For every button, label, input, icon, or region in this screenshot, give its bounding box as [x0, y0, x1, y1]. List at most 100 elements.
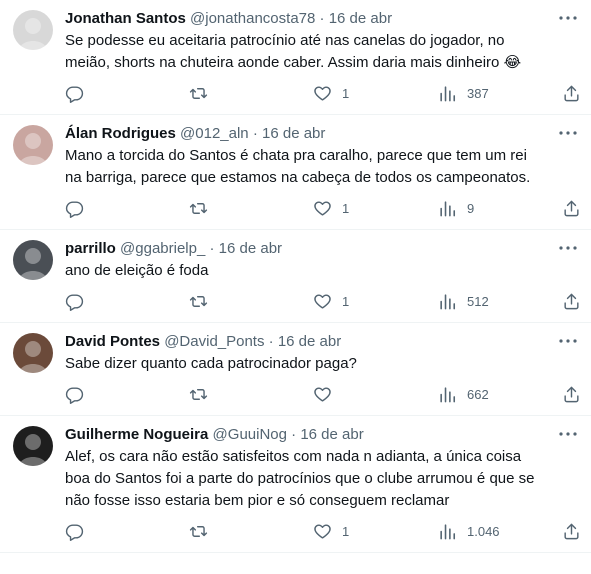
- reply-button[interactable]: [65, 82, 94, 104]
- views-chart-icon: [440, 293, 456, 309]
- display-name[interactable]: parrillo: [65, 240, 116, 257]
- reply-button[interactable]: [65, 290, 94, 312]
- more-options-icon[interactable]: [557, 240, 579, 256]
- avatar-image: [13, 426, 53, 466]
- tweet[interactable]: Jonathan Santos @jonathancosta78 · 16 de…: [0, 0, 591, 115]
- tweet-content: Jonathan Santos @jonathancosta78 · 16 de…: [65, 8, 577, 74]
- reply-button[interactable]: [65, 520, 94, 542]
- retweet-button[interactable]: [189, 520, 218, 542]
- tweet-date[interactable]: 16 de abr: [219, 240, 282, 257]
- avatar[interactable]: [13, 240, 53, 280]
- views-count: 1.046: [467, 523, 500, 539]
- tweet-content: David Pontes @David_Ponts · 16 de abr Sa…: [65, 331, 577, 375]
- avatar-image: [13, 240, 53, 280]
- like-button[interactable]: 1: [313, 82, 349, 104]
- tweet-actions: 1 387: [65, 74, 579, 114]
- tweet[interactable]: David Pontes @David_Ponts · 16 de abr Sa…: [0, 323, 591, 416]
- retweet-icon: [189, 87, 208, 99]
- retweet-button[interactable]: [189, 383, 218, 405]
- like-button[interactable]: [313, 383, 342, 405]
- tweet[interactable]: Guilherme Nogueira @GuuiNog · 16 de abr …: [0, 416, 591, 553]
- share-button[interactable]: [562, 383, 581, 405]
- views-button[interactable]: 512: [438, 290, 489, 312]
- tweet-actions: 1 1.046: [65, 512, 579, 552]
- more-options-icon[interactable]: [557, 125, 579, 141]
- retweet-button[interactable]: [189, 82, 218, 104]
- tweet-text: Sabe dizer quanto cada patrocinador paga…: [65, 355, 357, 372]
- user-handle[interactable]: @ggabrielp_: [120, 240, 205, 257]
- views-count: 662: [467, 386, 489, 402]
- tweet-text: Mano a torcida do Santos é chata pra car…: [65, 147, 531, 186]
- separator-dot: ·: [268, 333, 274, 350]
- share-icon: [564, 200, 579, 216]
- tweet-actions: 1 512: [65, 282, 579, 322]
- like-count: 1: [342, 85, 350, 101]
- tweet-header: David Pontes @David_Ponts · 16 de abr: [65, 331, 547, 353]
- like-count: 1: [342, 523, 350, 539]
- display-name[interactable]: Guilherme Nogueira: [65, 426, 208, 443]
- reply-icon: [65, 293, 84, 311]
- reply-icon: [65, 200, 84, 218]
- share-button[interactable]: [562, 520, 581, 542]
- more-options-icon[interactable]: [557, 426, 579, 442]
- views-count: 9: [467, 200, 475, 216]
- share-icon: [564, 386, 579, 402]
- like-count: 1: [342, 293, 350, 309]
- share-button[interactable]: [562, 82, 581, 104]
- retweet-icon: [189, 202, 208, 214]
- tweet-content: Álan Rodrigues @012_aln · 16 de abr Mano…: [65, 123, 577, 189]
- views-count: 512: [467, 293, 489, 309]
- display-name[interactable]: Álan Rodrigues: [65, 125, 176, 142]
- tweet-text: Alef, os cara não estão satisfeitos com …: [65, 448, 535, 509]
- share-button[interactable]: [562, 290, 581, 312]
- tweet-actions: 1 9: [65, 189, 579, 229]
- separator-dot: ·: [291, 426, 297, 443]
- views-count: 387: [467, 85, 489, 101]
- views-chart-icon: [440, 85, 456, 101]
- avatar[interactable]: [13, 10, 53, 50]
- user-handle[interactable]: @GuuiNog: [213, 426, 287, 443]
- views-button[interactable]: 9: [438, 197, 474, 219]
- user-handle[interactable]: @David_Ponts: [164, 333, 264, 350]
- user-handle[interactable]: @jonathancosta78: [190, 10, 315, 27]
- avatar[interactable]: [13, 426, 53, 466]
- like-button[interactable]: 1: [313, 290, 349, 312]
- views-chart-icon: [440, 386, 456, 402]
- reply-button[interactable]: [65, 383, 94, 405]
- tweet-date[interactable]: 16 de abr: [262, 125, 325, 142]
- more-options-icon[interactable]: [557, 333, 579, 349]
- views-button[interactable]: 387: [438, 82, 489, 104]
- more-options-icon[interactable]: [557, 10, 579, 26]
- separator-dot: ·: [319, 10, 325, 27]
- tweet-date[interactable]: 16 de abr: [329, 10, 392, 27]
- display-name[interactable]: David Pontes: [65, 333, 160, 350]
- views-button[interactable]: 1.046: [438, 520, 500, 542]
- heart-icon: [314, 293, 331, 309]
- reply-icon: [65, 386, 84, 404]
- avatar[interactable]: [13, 125, 53, 165]
- tweet-date[interactable]: 16 de abr: [278, 333, 341, 350]
- like-button[interactable]: 1: [313, 520, 349, 542]
- share-icon: [564, 523, 579, 539]
- avatar-image: [13, 10, 53, 50]
- retweet-button[interactable]: [189, 290, 218, 312]
- tweet[interactable]: Álan Rodrigues @012_aln · 16 de abr Mano…: [0, 115, 591, 230]
- like-count: 1: [342, 200, 350, 216]
- reply-button[interactable]: [65, 197, 94, 219]
- views-chart-icon: [440, 523, 456, 539]
- avatar[interactable]: [13, 333, 53, 373]
- share-button[interactable]: [562, 197, 581, 219]
- user-handle[interactable]: @012_aln: [180, 125, 249, 142]
- avatar-image: [13, 333, 53, 373]
- views-chart-icon: [440, 200, 456, 216]
- display-name[interactable]: Jonathan Santos: [65, 10, 186, 27]
- retweet-button[interactable]: [189, 197, 218, 219]
- tweet-content: parrillo @ggabrielp_ · 16 de abr ano de …: [65, 238, 577, 282]
- tweet[interactable]: parrillo @ggabrielp_ · 16 de abr ano de …: [0, 230, 591, 323]
- retweet-icon: [189, 525, 208, 537]
- like-button[interactable]: 1: [313, 197, 349, 219]
- tweet-date[interactable]: 16 de abr: [300, 426, 363, 443]
- views-button[interactable]: 662: [438, 383, 489, 405]
- avatar-image: [13, 125, 53, 165]
- tweet-header: Guilherme Nogueira @GuuiNog · 16 de abr: [65, 424, 547, 446]
